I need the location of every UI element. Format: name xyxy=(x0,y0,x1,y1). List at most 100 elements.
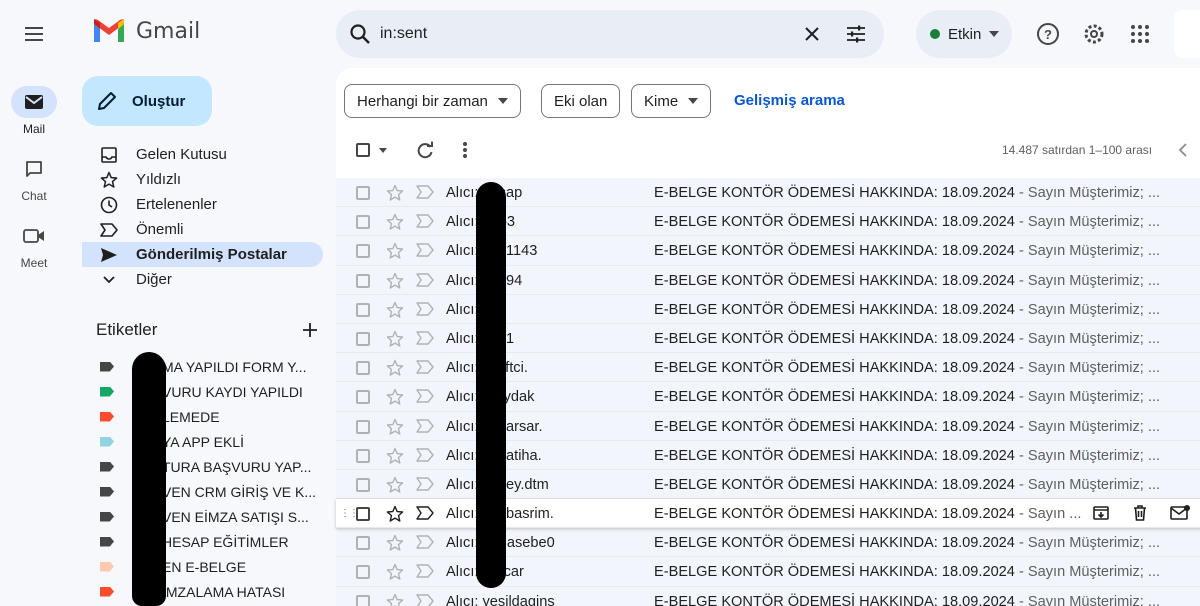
important-marker-icon[interactable] xyxy=(416,243,434,261)
star-icon[interactable] xyxy=(386,476,404,498)
mark-unread-icon[interactable] xyxy=(1170,504,1190,522)
filter-to-chip[interactable]: Kime xyxy=(631,84,712,118)
search-input[interactable] xyxy=(380,22,780,46)
important-marker-icon[interactable] xyxy=(416,593,434,606)
rail-item-chat[interactable]: Chat xyxy=(0,153,68,203)
important-marker-icon[interactable] xyxy=(416,331,434,349)
email-row[interactable]: Alıcı: nuhasebe0 E-BELGE KONTÖR ÖDEMESİ H… xyxy=(336,528,1200,558)
status-selector[interactable]: Etkin xyxy=(916,10,1012,58)
important-marker-icon[interactable] xyxy=(416,506,434,524)
row-checkbox[interactable] xyxy=(356,244,370,259)
label-item[interactable]: MA YAPILDI FORM Y... xyxy=(82,354,323,379)
label-item[interactable]: YA APP EKLİ xyxy=(82,429,323,454)
trash-icon[interactable] xyxy=(1132,504,1148,522)
row-checkbox[interactable] xyxy=(356,507,370,522)
gmail-logo[interactable]: Gmail xyxy=(92,18,200,44)
important-marker-icon[interactable] xyxy=(416,564,434,582)
email-row[interactable]: Alıcı: yabey.dtm E-BELGE KONTÖR ÖDEMESİ H… xyxy=(336,469,1200,500)
email-row[interactable]: Alıcı: 1653E-BELGE KONTÖR ÖDEMESİ HAKKIN… xyxy=(336,207,1200,237)
star-icon[interactable] xyxy=(386,213,404,235)
email-row[interactable]: Alıcı: yesildagins E-BELGE KONTÖR ÖDEMESİ… xyxy=(336,586,1200,606)
star-icon[interactable] xyxy=(386,301,404,323)
label-item[interactable]: LEMEDE xyxy=(82,404,323,429)
rail-item-mail[interactable]: Mail xyxy=(0,86,68,136)
more-options-icon[interactable] xyxy=(462,141,468,159)
row-checkbox[interactable] xyxy=(356,273,370,288)
email-row[interactable]: Alıcı: sb61E-BELGE KONTÖR ÖDEMESİ HAKKIN… xyxy=(336,323,1200,354)
important-marker-icon[interactable] xyxy=(416,272,434,291)
rail-item-meet[interactable]: Meet xyxy=(0,220,68,270)
archive-icon[interactable] xyxy=(1092,504,1110,522)
select-all-checkbox[interactable] xyxy=(356,143,370,157)
email-row[interactable]: Alıcı: nas1143 E-BELGE KONTÖR ÖDEMESİ HAK… xyxy=(336,236,1200,266)
settings-gear-icon[interactable] xyxy=(1078,18,1110,50)
search-options-icon[interactable] xyxy=(844,22,868,51)
refresh-icon[interactable] xyxy=(415,141,435,161)
account-button[interactable] xyxy=(1174,10,1200,58)
email-row[interactable]: Alıcı: mciftci.E-BELGE KONTÖR ÖDEMESİ HA… xyxy=(336,353,1200,383)
important-marker-icon[interactable] xyxy=(416,418,434,437)
select-menu-chevron-icon[interactable] xyxy=(379,148,387,153)
important-marker-icon[interactable] xyxy=(416,360,434,378)
star-icon[interactable] xyxy=(386,534,404,556)
star-icon[interactable] xyxy=(386,388,404,410)
star-icon[interactable] xyxy=(386,563,404,585)
label-item[interactable]: VEN EİMZA SATIŞI S... xyxy=(82,504,323,529)
row-checkbox[interactable] xyxy=(356,594,370,606)
apps-grid-icon[interactable] xyxy=(1124,18,1156,50)
email-row[interactable]: Alıcı: er E-BELGE KONTÖR ÖDEMESİ HAKKINDA… xyxy=(336,294,1200,324)
important-marker-icon[interactable] xyxy=(416,214,434,232)
star-icon[interactable] xyxy=(386,593,404,606)
star-icon[interactable] xyxy=(386,272,404,294)
nav-item-important[interactable]: Önemli xyxy=(82,217,323,242)
label-item[interactable]: EN E-BELGE xyxy=(82,554,323,579)
email-row[interactable]: Alıcı: eracarE-BELGE KONTÖR ÖDEMESİ HAKK… xyxy=(336,557,1200,587)
nav-item-snoozed[interactable]: Ertelenenler xyxy=(82,192,323,217)
star-icon[interactable] xyxy=(386,330,404,352)
help-icon[interactable]: ? xyxy=(1032,18,1064,50)
nav-item-more[interactable]: Diğer xyxy=(82,267,323,292)
nav-item-sent[interactable]: Gönderilmiş Postalar xyxy=(82,242,323,267)
important-marker-icon[interactable] xyxy=(416,477,434,495)
row-checkbox[interactable] xyxy=(356,390,370,405)
email-row[interactable]: Alıcı: k4794E-BELGE KONTÖR ÖDEMESİ HAKKI… xyxy=(336,265,1200,295)
label-item[interactable]: TURA BAŞVURU YAP... xyxy=(82,454,323,479)
important-marker-icon[interactable] xyxy=(416,535,434,553)
label-item[interactable]: İMZALAMA HATASI xyxy=(82,579,323,604)
row-checkbox[interactable] xyxy=(356,536,370,551)
important-marker-icon[interactable] xyxy=(416,389,434,407)
label-item[interactable]: HESAP EĞİTİMLER xyxy=(82,529,323,554)
row-checkbox[interactable] xyxy=(356,565,370,580)
row-checkbox[interactable] xyxy=(356,186,370,200)
nav-item-starred[interactable]: Yıldızlı xyxy=(82,167,323,192)
important-marker-icon[interactable] xyxy=(416,447,434,466)
add-label-icon[interactable] xyxy=(302,322,318,338)
filter-attachment-chip[interactable]: Eki olan xyxy=(541,84,621,118)
row-checkbox[interactable] xyxy=(356,331,370,346)
row-checkbox[interactable] xyxy=(356,215,370,230)
row-checkbox[interactable] xyxy=(356,361,370,376)
star-icon[interactable] xyxy=(386,184,404,206)
row-checkbox[interactable] xyxy=(356,302,370,317)
important-marker-icon[interactable] xyxy=(416,302,434,320)
row-checkbox[interactable] xyxy=(356,448,370,463)
clear-search-icon[interactable] xyxy=(800,22,824,51)
important-marker-icon[interactable] xyxy=(416,185,434,203)
star-icon[interactable] xyxy=(386,505,404,527)
nav-item-inbox[interactable]: Gelen Kutusu xyxy=(82,142,323,167)
star-icon[interactable] xyxy=(386,418,404,440)
row-checkbox[interactable] xyxy=(356,419,370,434)
advanced-search-link[interactable]: Gelişmiş arama xyxy=(734,92,845,109)
filter-time-chip[interactable]: Herhangi bir zaman xyxy=(344,84,521,118)
newer-page-chevron-icon[interactable] xyxy=(1178,142,1188,158)
star-icon[interactable] xyxy=(386,447,404,469)
row-checkbox[interactable] xyxy=(356,477,370,492)
search-icon[interactable] xyxy=(348,22,372,51)
email-row[interactable]: Alıcı: ahsapE-BELGE KONTÖR ÖDEMESİ HAKKI… xyxy=(336,178,1200,208)
email-row[interactable]: Alıcı: halfatiha. E-BELGE KONTÖR ÖDEMESİ … xyxy=(336,440,1200,470)
label-item[interactable]: VEN CRM GİRİŞ VE K... xyxy=(82,479,323,504)
email-row[interactable]: ⋮⋮ Alıcı: sanbasrim. E-BELGE KONTÖR ÖDEMES… xyxy=(336,499,1200,529)
email-row[interactable]: Alıcı: -paydak E-BELGE KONTÖR ÖDEMESİ HAK… xyxy=(336,382,1200,412)
star-icon[interactable] xyxy=(386,359,404,381)
compose-button[interactable]: Oluştur xyxy=(82,76,212,126)
